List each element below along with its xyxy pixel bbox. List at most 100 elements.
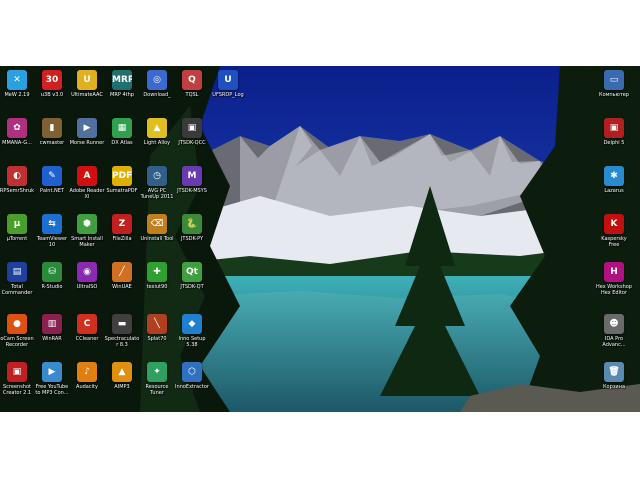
desktop-icon[interactable]: ▶ Free YouTube to MP3 Con... bbox=[34, 362, 70, 396]
desktop-icon[interactable]: ◷ AVG PC TuneUp 2011 bbox=[139, 166, 175, 200]
desktop-icon[interactable]: A Adobe Reader XI bbox=[69, 166, 105, 200]
desktop-icon[interactable]: ▬ Spectraculator 8.3 bbox=[104, 314, 140, 348]
app-icon: ✎ bbox=[42, 166, 62, 186]
desktop-icon[interactable]: Z FileZilla bbox=[104, 214, 140, 242]
desktop-icon[interactable]: ● oCam Screen Recorder bbox=[0, 314, 35, 348]
desktop-icon-label: MeW 2.19 bbox=[4, 92, 30, 98]
desktop-icon[interactable]: ✦ Resource Tuner bbox=[139, 362, 175, 396]
app-icon: 30 bbox=[42, 70, 62, 90]
desktop-icon[interactable]: ╱ WinUAE bbox=[104, 262, 140, 290]
desktop-icon-label: UFSRDP_Log bbox=[212, 92, 244, 98]
app-icon: ▶ bbox=[42, 362, 62, 382]
desktop-icon[interactable]: ◐ RPSemrShruk bbox=[0, 166, 35, 194]
desktop-icon-label: MRP 4thp bbox=[110, 92, 134, 98]
desktop-icon[interactable]: ◎ Download_ bbox=[139, 70, 175, 98]
desktop-icon-label: Download_ bbox=[143, 92, 171, 98]
desktop-icon[interactable]: ▲ AIMP3 bbox=[104, 362, 140, 390]
desktop-icon-label: oCam Screen Recorder bbox=[0, 336, 34, 348]
desktop-icon-label: Spectraculator 8.3 bbox=[104, 336, 140, 348]
desktop-icon[interactable]: U UltimateAAC bbox=[69, 70, 105, 98]
app-icon: ▮ bbox=[42, 118, 62, 138]
desktop-icon-label: texiut90 bbox=[146, 284, 168, 290]
desktop-icon[interactable]: ▶ Morse Runner bbox=[69, 118, 105, 146]
desktop-icon-label: cwmaster bbox=[39, 140, 65, 146]
desktop-icon[interactable]: ▣ Delphi 5 bbox=[596, 118, 632, 146]
desktop-icon[interactable]: ☻ IDA Pro Advanc... bbox=[596, 314, 632, 348]
desktop-icon[interactable]: C CCleaner bbox=[69, 314, 105, 342]
desktop-icon[interactable]: µ µTorrent bbox=[0, 214, 35, 242]
desktop-icon[interactable]: ✕ MeW 2.19 bbox=[0, 70, 35, 98]
app-icon: ▤ bbox=[7, 262, 27, 282]
desktop-icon[interactable]: PDF SumatraPDF bbox=[104, 166, 140, 194]
desktop-icon-label: Delphi 5 bbox=[603, 140, 625, 146]
desktop[interactable]: ✕ MeW 2.19 30 u3B v3.0 U UltimateAAC MRP MRP 4t… bbox=[0, 66, 640, 412]
app-icon: A bbox=[77, 166, 97, 186]
desktop-icon[interactable]: ▦ DX Atlas bbox=[104, 118, 140, 146]
desktop-icon[interactable]: ◆ Inno Setup 5.38 bbox=[174, 314, 210, 348]
desktop-icon[interactable]: ◉ UltraISO bbox=[69, 262, 105, 290]
app-icon: ◉ bbox=[77, 262, 97, 282]
desktop-icon-label: Adobe Reader XI bbox=[69, 188, 105, 200]
desktop-icon[interactable]: Q TQSL bbox=[174, 70, 210, 98]
desktop-icon-label: R-Studio bbox=[41, 284, 63, 290]
desktop-icon-label: TQSL bbox=[185, 92, 199, 98]
desktop-icon[interactable]: ▣ Screenshot Creator 2.1 bbox=[0, 362, 35, 396]
desktop-icon[interactable]: MRP MRP 4thp bbox=[104, 70, 140, 98]
desktop-icon[interactable]: ▣ JTSDK-QCC bbox=[174, 118, 210, 146]
desktop-icon[interactable]: ✱ Lazarus bbox=[596, 166, 632, 194]
app-icon: PDF bbox=[112, 166, 132, 186]
app-icon: ▲ bbox=[112, 362, 132, 382]
desktop-icon[interactable]: ▮ cwmaster bbox=[34, 118, 70, 146]
desktop-icon[interactable]: ▭ Компьютер bbox=[596, 70, 632, 98]
desktop-icon[interactable]: ⌫ Uninstall Tool bbox=[139, 214, 175, 242]
desktop-icon[interactable]: ▥ WinRAR bbox=[34, 314, 70, 342]
desktop-icon-label: AIMP3 bbox=[114, 384, 130, 390]
desktop-icon-label: SumatraPDF bbox=[106, 188, 138, 194]
desktop-icon[interactable]: 🐍 JTSDK-PY bbox=[174, 214, 210, 242]
desktop-icon-label: Morse Runner bbox=[69, 140, 105, 146]
desktop-icon[interactable]: M JTSDK-MSYS bbox=[174, 166, 210, 194]
desktop-icon[interactable]: ♪ Audacity bbox=[69, 362, 105, 390]
desktop-icon[interactable]: K Kaspersky Free bbox=[596, 214, 632, 248]
desktop-icon[interactable]: 30 u3B v3.0 bbox=[34, 70, 70, 98]
desktop-icon-label: UltraISO bbox=[76, 284, 98, 290]
app-icon: ✕ bbox=[7, 70, 27, 90]
desktop-icon[interactable]: ✿ MMANA-G... bbox=[0, 118, 35, 146]
desktop-icon-label: Total Commander bbox=[1, 284, 33, 296]
desktop-icon[interactable]: 🗑 Корзина bbox=[596, 362, 632, 390]
app-icon: Z bbox=[112, 214, 132, 234]
desktop-icon[interactable]: Qt JTSDK-QT bbox=[174, 262, 210, 290]
app-icon: ▲ bbox=[147, 118, 167, 138]
desktop-icon[interactable]: ▤ Total Commander bbox=[0, 262, 35, 296]
desktop-icon[interactable]: ╲ Splat70 bbox=[139, 314, 175, 342]
desktop-icon-label: Light Alloy bbox=[143, 140, 171, 146]
app-icon: ╱ bbox=[112, 262, 132, 282]
desktop-icon[interactable]: ▲ Light Alloy bbox=[139, 118, 175, 146]
app-icon: ✦ bbox=[147, 362, 167, 382]
app-icon: ▥ bbox=[42, 314, 62, 334]
desktop-icon[interactable]: ✎ Paint.NET bbox=[34, 166, 70, 194]
desktop-icon[interactable]: H Hex Workshop Hex Editor bbox=[596, 262, 632, 296]
app-icon: H bbox=[604, 262, 624, 282]
app-icon: C bbox=[77, 314, 97, 334]
app-icon: ◐ bbox=[7, 166, 27, 186]
app-icon: ⛁ bbox=[42, 262, 62, 282]
desktop-icon-label: DX Atlas bbox=[111, 140, 133, 146]
desktop-icon[interactable]: ⬢ Smart Install Maker bbox=[69, 214, 105, 248]
app-icon: ⬢ bbox=[77, 214, 97, 234]
desktop-icon[interactable]: ⬡ InnoExtractor bbox=[174, 362, 210, 390]
desktop-icon[interactable]: ✚ texiut90 bbox=[139, 262, 175, 290]
app-icon: ♪ bbox=[77, 362, 97, 382]
app-icon: ╲ bbox=[147, 314, 167, 334]
desktop-icon[interactable]: ⇆ TeamViewer 10 bbox=[34, 214, 70, 248]
app-icon: ▬ bbox=[112, 314, 132, 334]
desktop-icon-label: Kaspersky Free bbox=[601, 236, 627, 248]
desktop-icon-label: JTSDK-QT bbox=[180, 284, 204, 290]
desktop-icon-label: AVG PC TuneUp 2011 bbox=[140, 188, 174, 200]
desktop-icon[interactable]: U UFSRDP_Log bbox=[210, 70, 246, 98]
desktop-icon[interactable]: ⛁ R-Studio bbox=[34, 262, 70, 290]
app-icon: ✱ bbox=[604, 166, 624, 186]
desktop-icon-label: TeamViewer 10 bbox=[36, 236, 68, 248]
app-icon: U bbox=[218, 70, 238, 90]
app-icon: ✚ bbox=[147, 262, 167, 282]
